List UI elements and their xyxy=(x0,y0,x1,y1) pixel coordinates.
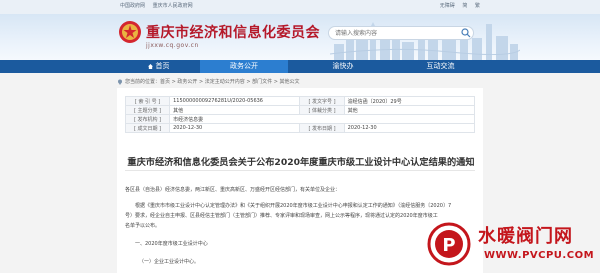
nav-gov-affairs-label: 政务公开 xyxy=(230,62,258,70)
main-nav: 首页 政务公开 渝快办 互动交流 xyxy=(0,60,600,73)
site-header: 重庆市经济和信息化委员会 jjxxw.cq.gov.cn xyxy=(0,14,600,60)
nav-home[interactable]: 首页 xyxy=(117,60,200,73)
nav-yukuaiban-label: 渝快办 xyxy=(332,62,354,70)
site-domain: jjxxw.cq.gov.cn xyxy=(146,42,199,49)
nav-interaction[interactable]: 互动交流 xyxy=(398,60,483,73)
emblem-logo xyxy=(119,21,141,43)
nav-gov-affairs[interactable]: 政务公开 xyxy=(200,60,288,73)
article-paragraph: 名单予以公布。 xyxy=(125,223,161,229)
link-gov-cn[interactable]: 中国政府网 xyxy=(120,3,145,9)
top-left-links: 中国政府网 重庆市人民政府网 xyxy=(120,2,199,9)
article-paragraph: 号）要求，经企业自主申报、区县经信主管部门（主管部门）推荐、专家评审和现场审查，… xyxy=(125,213,438,219)
nav-home-label: 首页 xyxy=(155,62,170,70)
meta-value: 2020-12-30 xyxy=(169,123,301,133)
meta-value: 其他 xyxy=(169,105,301,115)
breadcrumb: 您当前的位置：首页 > 政务公开 > 法定主动公开内容 > 部门文件 > 其他公… xyxy=(117,78,299,85)
watermark-text: 水暖阀门网 xyxy=(478,226,573,247)
meta-value: 2020-12-30 xyxy=(343,123,476,133)
top-right-links: 无障碍 简 繁 xyxy=(434,2,480,9)
article-paragraph: 根据《重庆市市级工业设计中心认定管理办法》和《关于组织开展2020年度市级工业设… xyxy=(135,203,452,209)
meta-key: [ 发文字号 ] xyxy=(299,96,345,106)
meta-key: [ 索 引 号 ] xyxy=(124,96,171,106)
title-divider xyxy=(125,170,475,171)
meta-row: [ 索 引 号 ] 11500000009276281U/2020-05636 … xyxy=(124,96,476,106)
link-simplified[interactable]: 简 xyxy=(462,3,467,9)
search-icon[interactable] xyxy=(461,28,471,38)
article-paragraph: （一）企业工业设计中心。 xyxy=(139,259,200,265)
search-input[interactable] xyxy=(328,26,474,40)
meta-row: [ 成文日期 ] 2020-12-30 [ 发布日期 ] 2020-12-30 xyxy=(124,123,476,133)
watermark-badge: P xyxy=(427,222,471,266)
link-cq-gov[interactable]: 重庆市人民政府网 xyxy=(153,3,193,9)
meta-value: 渝经信函〔2020〕29号 xyxy=(343,96,476,106)
nav-interaction-label: 互动交流 xyxy=(426,62,455,70)
article-title: 重庆市经济和信息化委员会关于公布2020年度重庆市级工业设计中心认定结果的通知 xyxy=(127,157,475,168)
location-icon xyxy=(118,79,122,85)
breadcrumb-text[interactable]: 您当前的位置：首页 > 政务公开 > 法定主动公开内容 > 部门文件 > 其他公… xyxy=(125,79,299,85)
meta-key: [ 成文日期 ] xyxy=(124,123,171,133)
meta-value: 其他 xyxy=(343,105,476,115)
home-icon xyxy=(147,63,153,69)
meta-row: [ 主题分类 ] 其他 [ 体裁分类 ] 其他 xyxy=(124,105,476,115)
meta-key: [ 体裁分类 ] xyxy=(299,105,345,115)
top-strip: 中国政府网 重庆市人民政府网 无障碍 简 繁 xyxy=(0,0,600,14)
meta-key: [ 主题分类 ] xyxy=(124,105,171,115)
link-accessibility[interactable]: 无障碍 xyxy=(440,3,455,9)
meta-value: 市经济信息委 xyxy=(169,114,475,124)
document-meta-table: [ 索 引 号 ] 11500000009276281U/2020-05636 … xyxy=(124,96,476,133)
link-traditional[interactable]: 繁 xyxy=(475,3,480,9)
meta-value: 11500000009276281U/2020-05636 xyxy=(169,96,301,106)
nav-yukuaiban[interactable]: 渝快办 xyxy=(288,60,398,73)
watermark-url: WWW.PVCPU.COM xyxy=(484,250,595,261)
meta-key: [ 发布日期 ] xyxy=(299,123,345,133)
meta-key: [ 发布机构 ] xyxy=(124,114,171,124)
article-paragraph: 各区县（自治县）经济信息委，两江新区、重庆高新区、万盛经开区经信部门，有关单位及… xyxy=(125,187,341,193)
article-paragraph: 一、2020年度市级工业设计中心 xyxy=(135,241,208,247)
site-title[interactable]: 重庆市经济和信息化委员会 xyxy=(146,22,320,42)
watermark-badge-letter: P xyxy=(442,235,455,256)
meta-row: [ 发布机构 ] 市经济信息委 xyxy=(124,114,475,124)
